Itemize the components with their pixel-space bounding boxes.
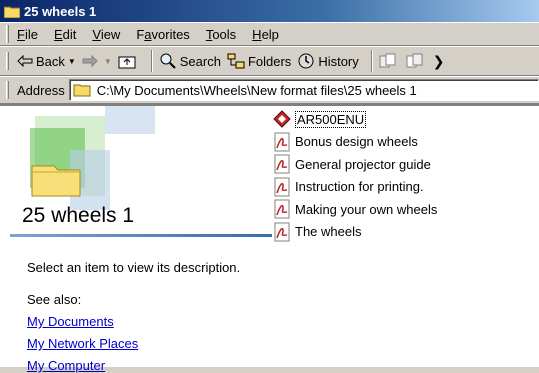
file-name: Making your own wheels bbox=[295, 201, 438, 217]
history-label: History bbox=[318, 53, 359, 69]
title-bar[interactable]: 25 wheels 1 bbox=[0, 0, 539, 22]
copy-to-icon bbox=[406, 53, 423, 68]
back-arrow-icon bbox=[17, 55, 33, 67]
title-underline bbox=[10, 234, 272, 237]
content-area: 25 wheels 1 Select an item to view its d… bbox=[0, 104, 539, 373]
more-tools-chevron-icon[interactable]: ❯ bbox=[433, 53, 445, 70]
list-item[interactable]: Instruction for printing. bbox=[272, 176, 437, 199]
file-name: Bonus design wheels bbox=[295, 134, 418, 150]
toolbar-separator bbox=[150, 50, 153, 72]
search-icon bbox=[160, 53, 176, 69]
back-dropdown-icon[interactable]: ▼ bbox=[68, 57, 76, 66]
history-icon bbox=[298, 53, 314, 69]
file-name: The wheels bbox=[295, 224, 362, 240]
list-item[interactable]: Bonus design wheels bbox=[272, 131, 437, 154]
description-text: Select an item to view its description. bbox=[27, 260, 241, 275]
see-also-label: See also: bbox=[27, 292, 82, 307]
search-button[interactable]: Search bbox=[159, 52, 221, 70]
folder-icon bbox=[4, 6, 20, 18]
list-item[interactable]: The wheels bbox=[272, 221, 437, 244]
file-list: AR500ENU Bonus design wheels General pro… bbox=[272, 108, 437, 243]
up-folder-icon bbox=[118, 56, 136, 69]
menu-file[interactable]: File bbox=[17, 27, 38, 42]
file-name: AR500ENU bbox=[295, 110, 367, 128]
link-my-network-places[interactable]: My Network Places bbox=[27, 336, 138, 351]
acrobat-app-icon bbox=[272, 109, 292, 129]
back-button[interactable]: Back ▼ bbox=[17, 54, 76, 69]
menu-view[interactable]: View bbox=[92, 27, 120, 42]
folder-title: 25 wheels 1 bbox=[22, 204, 135, 227]
menu-grip[interactable] bbox=[6, 25, 9, 43]
history-button[interactable]: History bbox=[297, 52, 359, 70]
move-to-button[interactable] bbox=[379, 53, 400, 69]
pdf-icon bbox=[272, 132, 292, 152]
folder-icon bbox=[73, 84, 91, 97]
copy-to-button[interactable] bbox=[406, 53, 427, 69]
pdf-icon bbox=[272, 154, 292, 174]
file-name: General projector guide bbox=[295, 156, 431, 172]
forward-dropdown-icon[interactable]: ▼ bbox=[104, 57, 112, 66]
menu-help[interactable]: Help bbox=[252, 27, 279, 42]
web-view-pane: 25 wheels 1 Select an item to view its d… bbox=[0, 106, 272, 373]
toolbar-separator bbox=[370, 50, 373, 72]
move-to-icon bbox=[379, 53, 396, 68]
standard-toolbar: Back ▼ ▼ Search Folders History ❯ bbox=[0, 46, 539, 76]
menu-bar: File Edit View Favorites Tools Help bbox=[0, 22, 539, 46]
folders-button[interactable]: Folders bbox=[227, 53, 291, 69]
pdf-icon bbox=[272, 177, 292, 197]
link-my-documents[interactable]: My Documents bbox=[27, 314, 114, 329]
folders-tree-icon bbox=[227, 53, 245, 69]
pdf-icon bbox=[272, 199, 292, 219]
address-path: C:\My Documents\Wheels\New format files\… bbox=[96, 82, 417, 98]
folders-label: Folders bbox=[247, 53, 292, 69]
address-field[interactable]: C:\My Documents\Wheels\New format files\… bbox=[68, 79, 539, 101]
forward-arrow-icon bbox=[82, 55, 98, 67]
link-my-computer[interactable]: My Computer bbox=[27, 358, 105, 373]
up-folder-button[interactable] bbox=[118, 53, 139, 69]
pdf-icon bbox=[272, 222, 292, 242]
list-item[interactable]: AR500ENU bbox=[272, 108, 437, 131]
toolbar-grip[interactable] bbox=[6, 52, 9, 70]
forward-button[interactable]: ▼ bbox=[82, 55, 112, 67]
address-grip[interactable] bbox=[6, 81, 9, 99]
window-title: 25 wheels 1 bbox=[24, 3, 97, 19]
list-item[interactable]: General projector guide bbox=[272, 153, 437, 176]
menu-favorites[interactable]: Favorites bbox=[136, 27, 189, 42]
back-label: Back bbox=[36, 53, 65, 69]
list-item[interactable]: Making your own wheels bbox=[272, 198, 437, 221]
file-name: Instruction for printing. bbox=[295, 179, 424, 195]
menu-tools[interactable]: Tools bbox=[206, 27, 236, 42]
menu-edit[interactable]: Edit bbox=[54, 27, 76, 42]
search-label: Search bbox=[179, 53, 221, 69]
address-bar: Address C:\My Documents\Wheels\New forma… bbox=[0, 76, 539, 104]
address-label: Address bbox=[17, 82, 65, 98]
